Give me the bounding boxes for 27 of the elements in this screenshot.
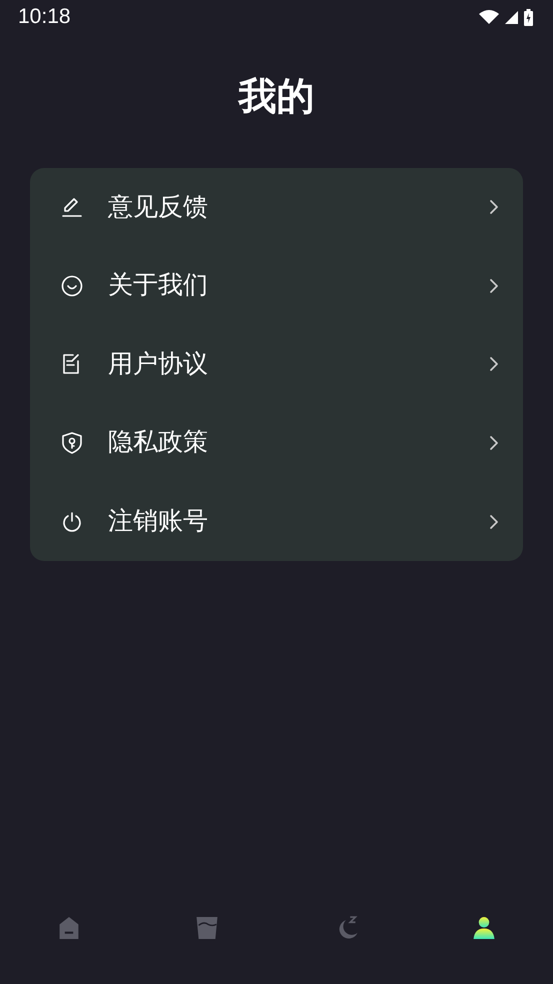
menu-item[interactable]: 隐私政策	[30, 404, 523, 482]
smiley-icon	[60, 274, 84, 298]
menu-label: 关于我们	[108, 270, 209, 302]
chevron-right-icon	[489, 278, 499, 294]
pencil-icon	[60, 195, 84, 220]
menu-label: 用户协议	[108, 348, 209, 380]
cup-icon	[195, 916, 220, 940]
status-time: 10:18	[18, 4, 71, 30]
menu-label: 隐私政策	[108, 427, 209, 458]
menu-item[interactable]: 关于我们	[30, 246, 523, 326]
chevron-right-icon	[489, 435, 499, 452]
home-icon	[57, 916, 82, 940]
menu-item[interactable]: 注销账号	[30, 482, 523, 561]
person-icon	[472, 916, 496, 940]
chevron-right-icon	[489, 199, 499, 216]
page-title: 我的	[238, 75, 314, 120]
power-icon	[60, 510, 84, 534]
chevron-right-icon	[489, 356, 499, 372]
chevron-right-icon	[489, 514, 499, 530]
menu-item[interactable]: 用户协议	[30, 325, 523, 404]
shield-icon	[60, 431, 84, 456]
wifi-icon	[479, 10, 499, 24]
signal-icon	[505, 10, 518, 24]
menu-label: 意见反馈	[108, 192, 209, 223]
menu-item[interactable]: 意见反馈	[30, 168, 523, 247]
menu-label: 注销账号	[108, 506, 209, 537]
battery-icon	[524, 8, 533, 26]
